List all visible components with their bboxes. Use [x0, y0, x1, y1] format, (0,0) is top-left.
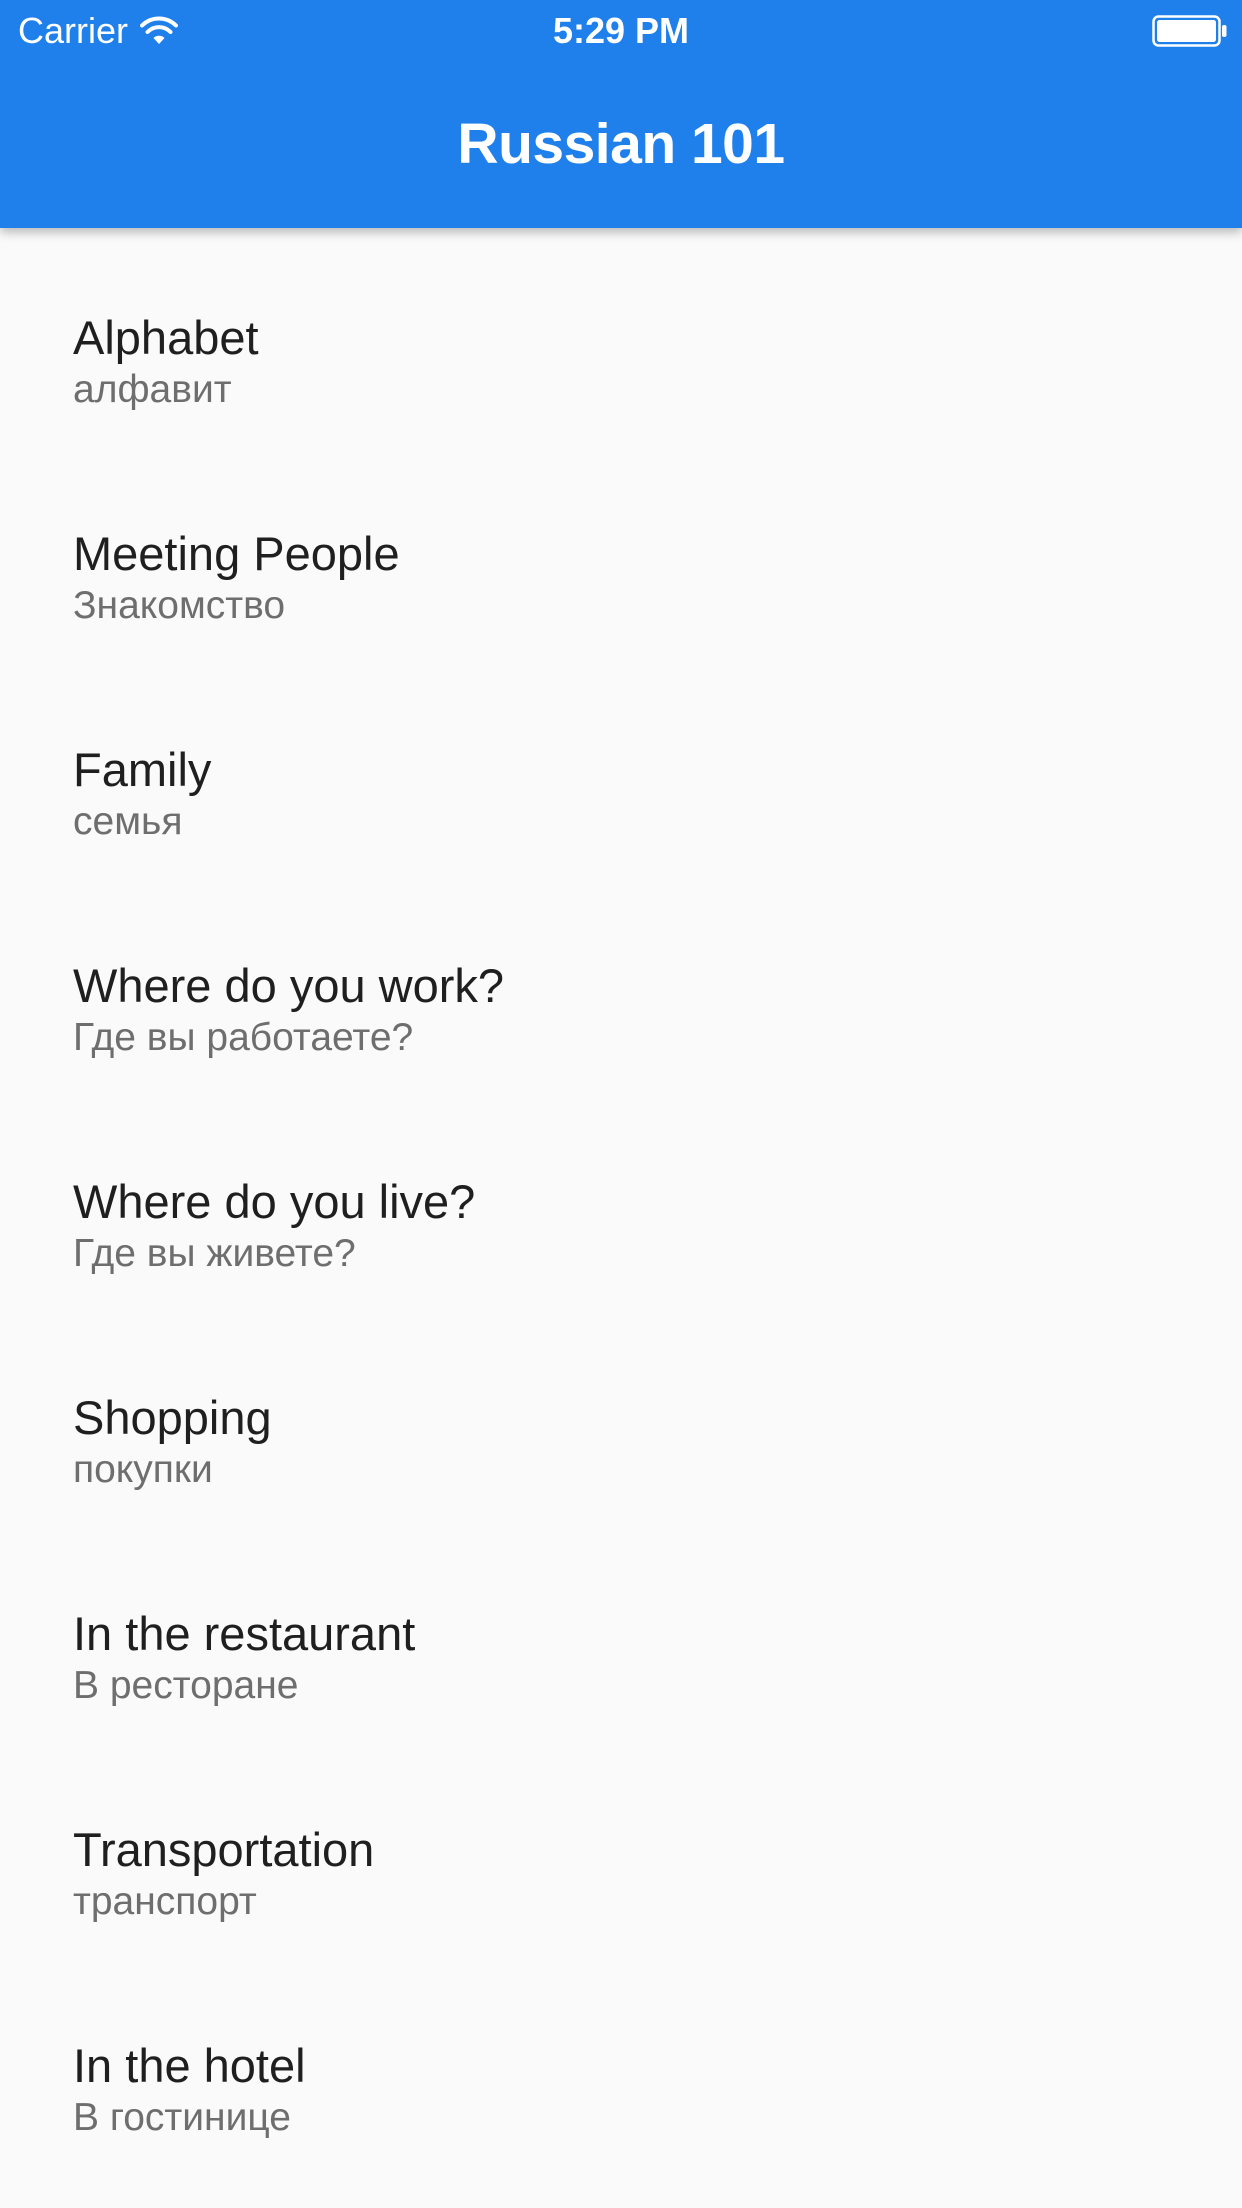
status-time: 5:29 PM [552, 10, 690, 51]
list-item[interactable]: In the hotel В гостинице [0, 1956, 1242, 2172]
lesson-title: Where do you live? [73, 1175, 476, 1228]
lesson-subtitle: В гостинице [73, 2096, 291, 2139]
list-item[interactable]: Transportation транспорт [0, 1740, 1242, 1956]
app-bar: Carrier 5:29 PM Russian 101 [0, 0, 1242, 228]
lesson-subtitle: Где вы работаете? [73, 1016, 414, 1059]
lesson-subtitle: транспорт [73, 1880, 257, 1923]
lesson-subtitle: В ресторане [73, 1664, 299, 1707]
lesson-title: Alphabet [73, 311, 259, 364]
list-item[interactable]: In the restaurant В ресторане [0, 1524, 1242, 1740]
lesson-subtitle: семья [73, 800, 183, 843]
lesson-title: Family [73, 743, 212, 796]
lesson-subtitle: Где вы живете? [73, 1232, 356, 1275]
lesson-list: Alphabet алфавит Meeting People Знакомство F… [0, 228, 1242, 2172]
list-item[interactable]: Family семья [0, 660, 1242, 876]
lesson-subtitle: алфавит [73, 368, 232, 411]
list-item[interactable]: Shopping покупки [0, 1308, 1242, 1524]
lesson-title: Transportation [73, 1823, 375, 1876]
list-item[interactable]: Meeting People Знакомство [0, 444, 1242, 660]
lesson-title: In the restaurant [73, 1607, 416, 1660]
status-bar: Carrier 5:29 PM [0, 0, 1242, 62]
lesson-title: Where do you work? [73, 959, 505, 1012]
lesson-subtitle: Знакомство [73, 584, 286, 627]
lesson-title: Meeting People [73, 527, 400, 580]
list-item[interactable]: Where do you live? Где вы живете? [0, 1092, 1242, 1308]
page-title: Russian 101 [457, 112, 785, 176]
list-item[interactable]: Alphabet алфавит [0, 228, 1242, 444]
lesson-subtitle: покупки [73, 1448, 213, 1491]
lesson-title: Shopping [73, 1391, 272, 1444]
lesson-title: In the hotel [73, 2039, 306, 2092]
list-item[interactable]: Where do you work? Где вы работаете? [0, 876, 1242, 1092]
battery-icon [1152, 15, 1227, 47]
